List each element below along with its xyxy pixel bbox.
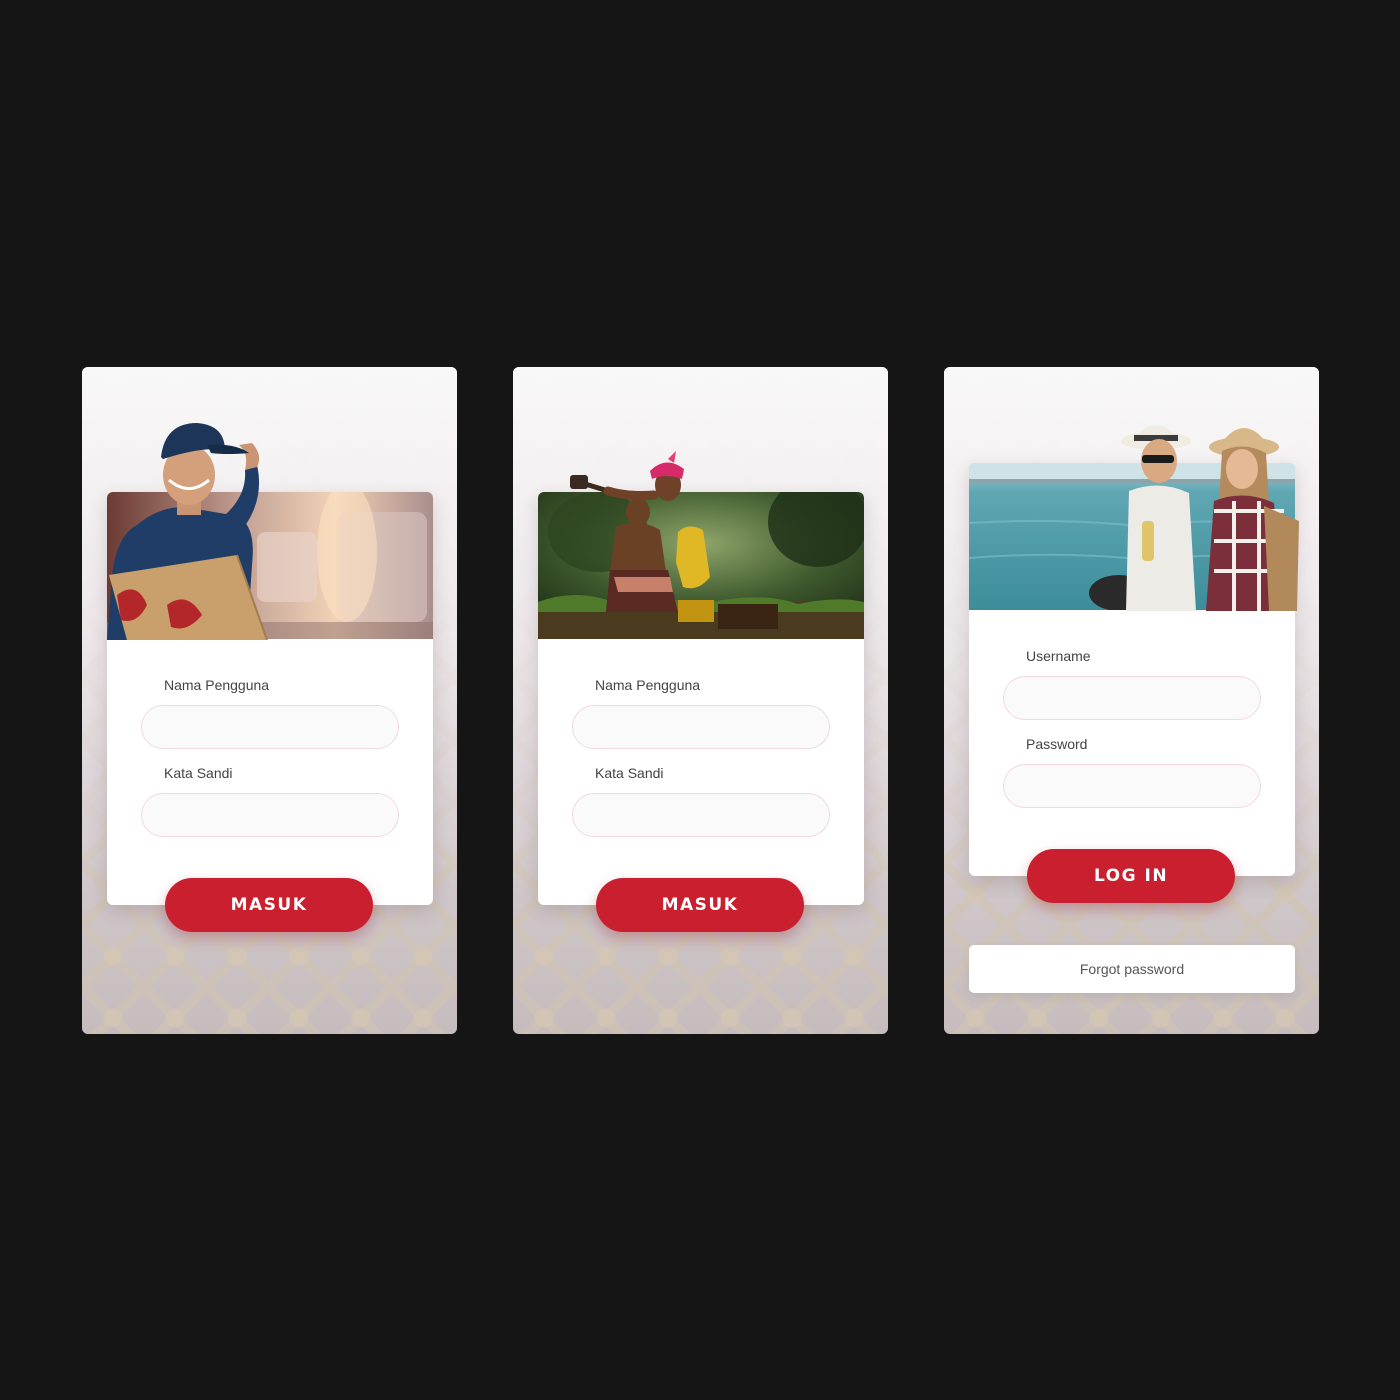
password-label: Kata Sandi: [164, 765, 233, 781]
header-photo-carver: [538, 492, 864, 639]
password-label: Kata Sandi: [595, 765, 664, 781]
password-input[interactable]: [141, 793, 399, 837]
username-label: Username: [1026, 648, 1091, 664]
username-input[interactable]: [141, 705, 399, 749]
login-card: Nama Pengguna Kata Sandi: [538, 492, 864, 905]
login-screen-travel: Username Password LOG IN Forgot password: [944, 367, 1319, 1034]
courier-person-image: [107, 423, 268, 640]
username-label: Nama Pengguna: [595, 677, 701, 693]
username-label: Nama Pengguna: [164, 677, 270, 693]
travel-couple-image: [1121, 425, 1299, 611]
masuk-button[interactable]: MASUK: [165, 878, 373, 932]
password-input[interactable]: [572, 793, 830, 837]
username-input[interactable]: [1003, 676, 1261, 720]
username-input[interactable]: [572, 705, 830, 749]
login-button[interactable]: LOG IN: [1027, 849, 1235, 903]
password-input[interactable]: [1003, 764, 1261, 808]
password-label: Password: [1026, 736, 1088, 752]
login-screen-carver: Nama Pengguna Kata Sandi MASUK: [513, 367, 888, 1034]
forgot-password-link[interactable]: Forgot password: [969, 945, 1295, 993]
carver-person-image: [570, 451, 684, 501]
login-screen-courier: Nama Pengguna Kata Sandi MASUK: [82, 367, 457, 1034]
masuk-button[interactable]: MASUK: [596, 878, 804, 932]
